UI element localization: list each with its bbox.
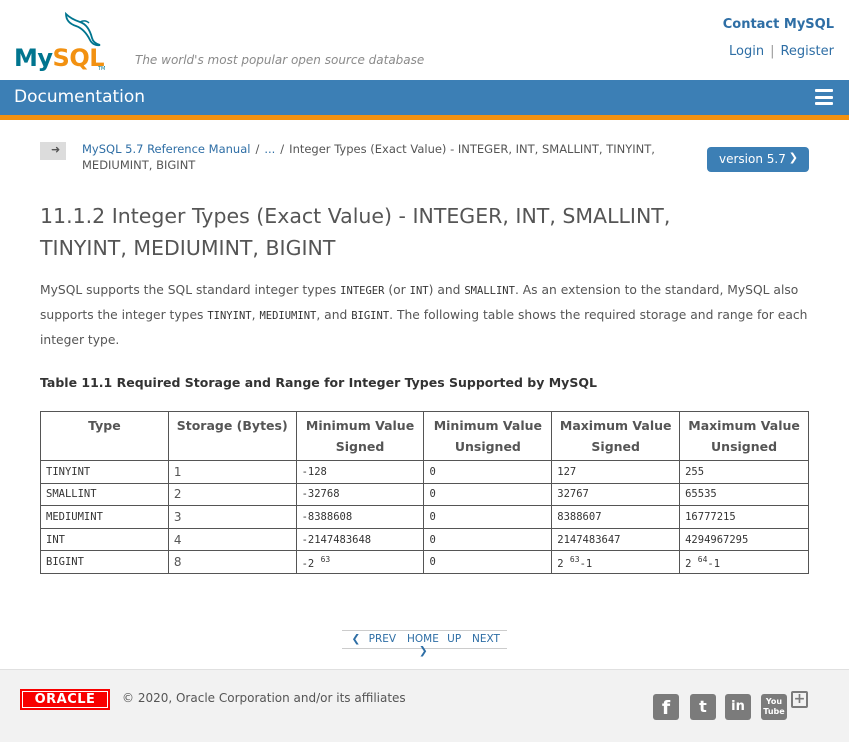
- chevron-right-icon: ❯: [418, 645, 428, 657]
- facebook-icon[interactable]: f: [653, 694, 679, 720]
- breadcrumb: MySQL 5.7 Reference Manual /... / Integer T…: [82, 141, 697, 173]
- version-label: version 5.7: [719, 152, 786, 166]
- toc-toggle-button[interactable]: ➜: [40, 142, 66, 160]
- site-header: MySQL TM The world's most popular open s…: [0, 0, 849, 80]
- cell-min-unsigned: 0: [423, 460, 553, 484]
- cell-min-signed: -128: [295, 460, 425, 484]
- breadcrumb-separator: /: [280, 142, 285, 156]
- cell-max-signed: 2 63-1: [551, 550, 681, 574]
- page-navigation: ❮ PREV HOME UP NEXT ❯: [342, 630, 507, 657]
- cell-storage: 3: [167, 505, 297, 529]
- hamburger-icon[interactable]: [815, 89, 833, 105]
- cell-max-signed: 127: [551, 460, 681, 484]
- linkedin-icon[interactable]: in: [725, 694, 751, 720]
- column-header: Storage (Bytes): [167, 411, 297, 461]
- column-header: Minimum Value Signed: [295, 411, 425, 461]
- cell-min-unsigned: 0: [423, 482, 553, 507]
- accent-divider: [0, 115, 849, 120]
- breadcrumb-ellipsis-link[interactable]: ...: [264, 142, 275, 156]
- cell-max-unsigned: 16777215: [679, 505, 809, 529]
- plus-icon[interactable]: +: [791, 691, 808, 708]
- cell-min-signed: -8388608: [295, 505, 425, 529]
- cell-max-unsigned: 65535: [679, 482, 809, 507]
- cell-storage: 8: [167, 550, 297, 574]
- trademark-mark: TM: [98, 66, 106, 72]
- youtube-icon[interactable]: You Tube: [761, 694, 787, 720]
- cell-max-signed: 2147483647: [551, 527, 681, 552]
- column-header: Maximum Value Signed: [551, 411, 681, 461]
- auth-separator: |: [770, 44, 775, 59]
- column-header: Minimum Value Unsigned: [423, 411, 553, 461]
- cell-min-signed: -32768: [295, 482, 425, 507]
- login-link[interactable]: Login: [729, 44, 764, 59]
- tagline: The world's most popular open source dat…: [135, 53, 425, 67]
- cell-type: TINYINT: [40, 460, 169, 484]
- twitter-icon[interactable]: t: [690, 694, 716, 720]
- cell-type: SMALLINT: [40, 482, 169, 507]
- prev-link[interactable]: ❮ PREV: [349, 633, 399, 645]
- documentation-bar: Documentation: [0, 80, 849, 115]
- column-header: Maximum Value Unsigned: [679, 411, 809, 461]
- up-link[interactable]: UP: [447, 633, 461, 645]
- column-header: Type: [40, 411, 169, 461]
- cell-type: BIGINT: [40, 550, 169, 574]
- auth-links: Login | Register: [729, 44, 834, 59]
- cell-storage: 4: [167, 527, 297, 552]
- table-row: INT 4 -2147483648 0 2147483647 429496729…: [40, 527, 809, 552]
- arrow-right-icon: ➜: [51, 143, 61, 156]
- intro-paragraph: MySQL supports the SQL standard integer …: [40, 283, 808, 347]
- documentation-title[interactable]: Documentation: [14, 87, 145, 107]
- code-mediumint: MEDIUMINT: [259, 310, 317, 322]
- breadcrumb-separator: /: [255, 142, 260, 156]
- cell-min-signed: -2 63: [295, 550, 425, 574]
- code-smallint: SMALLINT: [464, 285, 515, 297]
- code-int: INT: [409, 285, 429, 297]
- table-row: TINYINT 1 -128 0 127 255: [40, 460, 809, 484]
- register-link[interactable]: Register: [780, 44, 834, 59]
- cell-min-unsigned: 0: [423, 550, 553, 574]
- breadcrumb-manual-link[interactable]: MySQL 5.7 Reference Manual: [82, 142, 250, 156]
- cell-max-unsigned: 2 64-1: [679, 550, 809, 574]
- copyright-text: © 2020, Oracle Corporation and/or its af…: [122, 691, 406, 705]
- mysql-logo[interactable]: MySQL TM: [14, 12, 106, 72]
- cell-min-unsigned: 0: [423, 527, 553, 552]
- table-caption: Table 11.1 Required Storage and Range fo…: [40, 375, 597, 390]
- home-link[interactable]: HOME: [407, 633, 439, 645]
- table-header-row: Type Storage (Bytes) Minimum Value Signed…: [40, 411, 809, 461]
- chevron-down-icon: ❯: [788, 151, 798, 164]
- table-row: BIGINT 8 -2 63 0 2 63-1 2 64-1: [40, 550, 809, 574]
- cell-storage: 1: [167, 460, 297, 484]
- table-row: SMALLINT 2 -32768 0 32767 65535: [40, 482, 809, 507]
- cell-max-signed: 32767: [551, 482, 681, 507]
- cell-type: INT: [40, 527, 169, 552]
- cell-min-signed: -2147483648: [295, 527, 425, 552]
- cell-storage: 2: [167, 482, 297, 507]
- version-selector[interactable]: version 5.7 ❯: [707, 147, 809, 172]
- cell-max-unsigned: 4294967295: [679, 527, 809, 552]
- contact-mysql-link[interactable]: Contact MySQL: [723, 17, 834, 32]
- cell-min-unsigned: 0: [423, 505, 553, 529]
- cell-max-unsigned: 255: [679, 460, 809, 484]
- integer-types-table: Type Storage (Bytes) Minimum Value Signed…: [40, 411, 809, 574]
- page-title: 11.1.2 Integer Types (Exact Value) - INT…: [40, 204, 671, 260]
- site-footer: ORACLE © 2020, Oracle Corporation and/or…: [0, 669, 849, 742]
- cell-type: MEDIUMINT: [40, 505, 169, 529]
- oracle-logo[interactable]: ORACLE: [20, 689, 110, 710]
- chevron-left-icon: ❮: [351, 633, 361, 645]
- logo-wordmark: MySQL: [14, 44, 105, 72]
- code-bigint: BIGINT: [351, 310, 390, 322]
- table-row: MEDIUMINT 3 -8388608 0 8388607 16777215: [40, 505, 809, 529]
- cell-max-signed: 8388607: [551, 505, 681, 529]
- code-integer: INTEGER: [340, 285, 385, 297]
- code-tinyint: TINYINT: [207, 310, 252, 322]
